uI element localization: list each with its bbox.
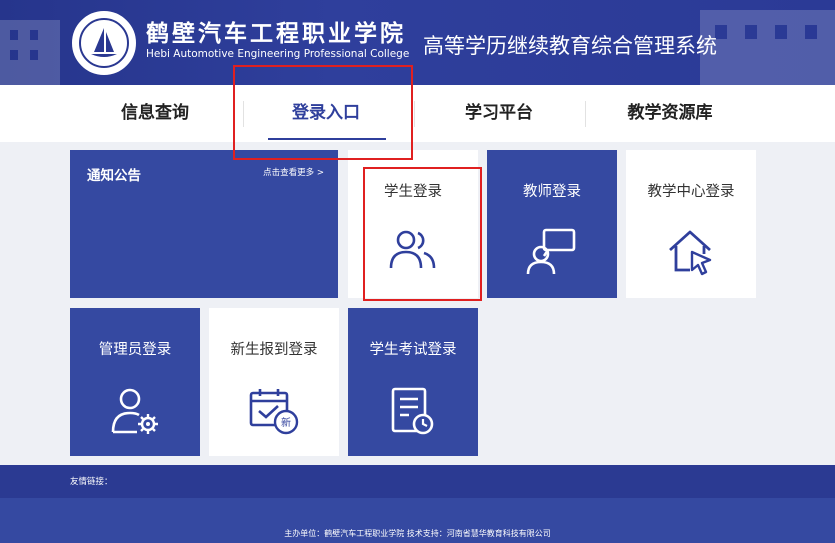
student-login-label: 学生登录 xyxy=(384,184,442,200)
nav-item-learning-platform[interactable]: 学习平台 xyxy=(429,85,569,142)
users-icon xyxy=(389,230,436,269)
friend-links-label: 友情链接： xyxy=(70,477,113,487)
teaching-center-login-label: 教学中心登录 xyxy=(647,184,735,200)
main-nav: 信息查询 登录入口 学习平台 教学资源库 xyxy=(0,85,835,142)
admin-login-label: 管理员登录 xyxy=(98,342,172,358)
student-login-tile[interactable]: 学生登录 xyxy=(348,150,478,298)
nav-item-login-entry[interactable]: 登录入口 xyxy=(256,85,396,142)
teaching-center-login-tile[interactable]: 教学中心登录 xyxy=(626,150,756,298)
notice-panel: 通知公告 点击查看更多 > xyxy=(70,150,338,298)
notice-title: 通知公告 xyxy=(87,168,141,184)
svg-text:新: 新 xyxy=(281,416,291,429)
system-title: 高等学历继续教育综合管理系统 xyxy=(423,34,717,58)
user-gear-icon xyxy=(111,388,158,434)
school-name-cn: 鹤壁汽车工程职业学院 xyxy=(146,20,406,47)
header-banner: 鹤壁汽车工程职业学院 Hebi Automotive Engineering P… xyxy=(0,0,835,85)
sailboat-icon xyxy=(91,28,117,57)
nav-item-info-query[interactable]: 信息查询 xyxy=(85,85,225,142)
house-cursor-icon xyxy=(669,230,712,276)
footer-host-info: 主办单位：鹤壁汽车工程职业学院 技术支持：河南省慧华教育科技有限公司 xyxy=(284,529,551,538)
logo-emblem xyxy=(79,18,129,68)
notice-more-link[interactable]: 点击查看更多 > xyxy=(263,166,324,178)
teacher-login-tile[interactable]: 教师登录 xyxy=(487,150,617,298)
friend-links-bar: 友情链接： xyxy=(0,465,835,498)
nav-divider xyxy=(414,101,415,127)
admin-login-tile[interactable]: 管理员登录 xyxy=(70,308,200,456)
new-student-login-tile[interactable]: 新生报到登录 新 xyxy=(209,308,339,456)
presenter-icon xyxy=(526,228,576,275)
exam-paper-icon xyxy=(391,387,434,435)
student-exam-login-label: 学生考试登录 xyxy=(369,342,457,358)
student-exam-login-tile[interactable]: 学生考试登录 xyxy=(348,308,478,456)
teacher-login-label: 教师登录 xyxy=(523,184,581,200)
school-name-en: Hebi Automotive Engineering Professional… xyxy=(146,48,410,60)
calendar-new-icon: 新 xyxy=(249,389,299,435)
school-logo[interactable] xyxy=(72,11,136,75)
nav-divider xyxy=(585,101,586,127)
nav-divider xyxy=(243,101,244,127)
nav-item-resource-library[interactable]: 教学资源库 xyxy=(600,85,740,142)
nav-active-indicator xyxy=(268,138,386,140)
new-student-login-label: 新生报到登录 xyxy=(230,342,318,358)
footer: 主办单位：鹤壁汽车工程职业学院 技术支持：河南省慧华教育科技有限公司 xyxy=(0,498,835,543)
